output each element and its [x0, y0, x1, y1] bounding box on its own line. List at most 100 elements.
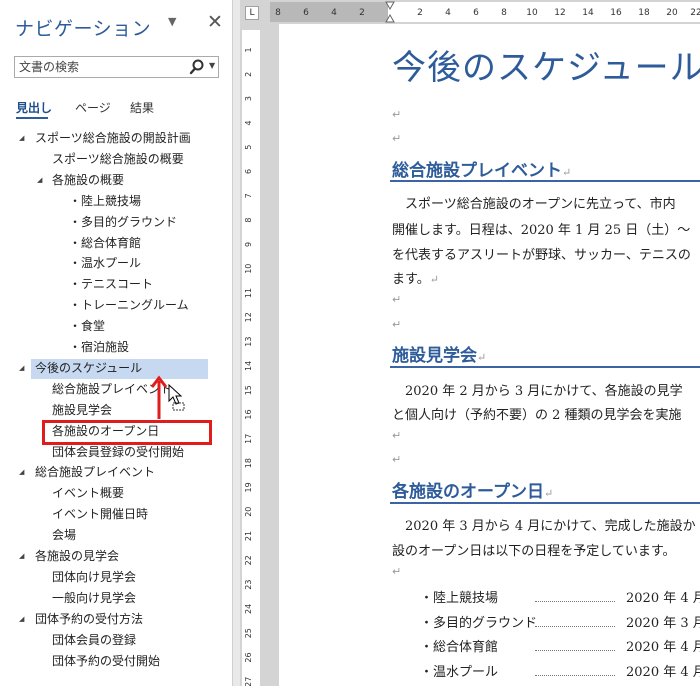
body-text-line: ます。↵ — [392, 272, 439, 287]
search-icon[interactable] — [188, 58, 206, 76]
ruler-label: 6 — [244, 169, 253, 174]
ruler-label: 4 — [331, 8, 337, 18]
nav-heading-item[interactable]: 各施設の見学会 — [35, 547, 119, 566]
paragraph-mark: ↵ — [392, 565, 402, 578]
expand-triangle-icon[interactable]: ◢ — [37, 171, 42, 190]
nav-heading-item[interactable]: 施設見学会 — [52, 401, 112, 420]
opening-date: 2020 年 4 月 — [626, 591, 700, 606]
dot-leader — [535, 674, 615, 676]
nav-heading-item[interactable]: イベント概要 — [52, 484, 124, 503]
nav-heading-item[interactable]: 各施設の概要 — [52, 171, 124, 190]
ruler-label: 23 — [244, 580, 253, 590]
nav-heading-item[interactable]: ・温水プール — [69, 254, 141, 273]
search-box[interactable]: ▼ — [14, 56, 219, 78]
chevron-down-icon[interactable]: ▼ — [168, 15, 176, 28]
nav-heading-item[interactable]: スポーツ総合施設の開設計画 — [35, 129, 191, 148]
ruler-label: 22 — [244, 555, 253, 565]
tab-pages[interactable]: ページ — [75, 99, 111, 116]
body-text-line: 開催します。日程は、2020 年 1 月 25 日（土）〜 — [392, 223, 691, 238]
nav-heading-item[interactable]: 団体予約の受付方法 — [35, 610, 143, 629]
ruler-label: 21 — [244, 531, 253, 541]
body-text-line: 設のオープン日は以下の日程を予定しています。 — [392, 544, 676, 559]
facility-name: ・温水プール — [420, 664, 499, 680]
body-text-line: 2020 年 3 月から 4 月にかけて、完成した施設か — [392, 519, 696, 534]
heading-underline — [390, 502, 700, 504]
horizontal-ruler[interactable]: 8 6 4 2 2 4 6 8 10 12 14 16 18 20 22 — [270, 0, 700, 24]
dot-leader — [535, 650, 615, 651]
facility-name: ・多目的グラウンド — [420, 615, 538, 631]
ruler-label: 1 — [244, 47, 253, 52]
dot-leader — [535, 601, 615, 602]
nav-heading-item[interactable]: ・多目的グラウンド — [69, 213, 177, 232]
ruler-label: 12 — [244, 312, 253, 322]
ruler-label: 6 — [473, 8, 479, 18]
nav-heading-item[interactable]: スポーツ総合施設の概要 — [52, 150, 184, 169]
nav-heading-item[interactable]: イベント開催日時 — [52, 505, 148, 524]
annotation-arrow-up-icon — [150, 375, 168, 419]
expand-triangle-icon[interactable]: ◢ — [19, 359, 24, 378]
nav-heading-item[interactable]: ・食堂 — [69, 317, 105, 336]
ruler-label: 14 — [582, 8, 594, 18]
expand-triangle-icon[interactable]: ◢ — [19, 547, 24, 566]
opening-date: 2020 年 3 月 — [626, 615, 700, 631]
ruler-label: 27 — [244, 677, 253, 686]
nav-heading-item[interactable]: 団体向け見学会 — [52, 568, 136, 587]
nav-heading-item[interactable]: ・総合体育館 — [69, 234, 141, 253]
nav-heading-item[interactable]: 団体会員の登録 — [52, 631, 136, 650]
nav-heading-item[interactable]: 団体会員登録の受付開始 — [52, 443, 184, 462]
nav-heading-item[interactable]: ・トレーニングルーム — [69, 296, 189, 315]
nav-pane-title: ナビゲーション — [15, 18, 152, 40]
paragraph-mark: ↵ — [392, 108, 402, 121]
ruler-label: 7 — [244, 193, 253, 198]
nav-heading-item[interactable]: 会場 — [52, 526, 76, 545]
nav-heading-item[interactable]: 団体予約の受付開始 — [52, 652, 160, 671]
paragraph-mark: ↵ — [392, 429, 402, 442]
document-title: 今後のスケジュール — [392, 48, 700, 88]
nav-heading-item[interactable]: 一般向け見学会 — [52, 589, 136, 608]
vertical-ruler[interactable]: 1234567891011121314151617181920212223242… — [240, 30, 264, 686]
ruler-label: 4 — [445, 8, 451, 18]
dot-leader — [535, 625, 615, 627]
paragraph-mark: ↵ — [392, 132, 402, 145]
ruler-label: 8 — [501, 8, 507, 18]
facility-name: ・総合体育館 — [420, 640, 499, 655]
annotation-highlight-box — [42, 420, 212, 445]
ruler-label: 2 — [359, 8, 365, 18]
section-heading: 総合施設プレイベント↵ — [392, 161, 572, 181]
body-text-line: と個人向け（予約不要）の 2 種類の見学会を実施 — [392, 408, 682, 423]
tab-headings[interactable]: 見出し — [16, 99, 52, 116]
drag-cursor-icon — [168, 384, 185, 411]
ruler-label: 6 — [303, 8, 309, 18]
nav-heading-item[interactable]: ・陸上競技場 — [69, 192, 141, 211]
opening-date: 2020 年 4 月 — [626, 664, 700, 680]
nav-heading-item[interactable]: ・宿泊施設 — [69, 338, 129, 357]
tab-results[interactable]: 結果 — [130, 99, 154, 116]
ruler-label: 9 — [244, 242, 253, 247]
search-options-dropdown-icon[interactable]: ▼ — [209, 61, 215, 70]
facility-name: ・陸上競技場 — [420, 591, 499, 606]
ruler-label: 3 — [244, 96, 253, 101]
ruler-label: 5 — [244, 145, 253, 150]
expand-triangle-icon[interactable]: ◢ — [19, 610, 24, 629]
tab-stop-selector[interactable]: L — [245, 6, 259, 20]
expand-triangle-icon[interactable]: ◢ — [19, 463, 24, 482]
ruler-label: 10 — [526, 8, 538, 18]
ruler-label: 2 — [244, 72, 253, 77]
expand-triangle-icon[interactable]: ◢ — [19, 129, 24, 148]
ruler-label: 12 — [554, 8, 565, 18]
section-heading: 各施設のオープン日↵ — [392, 482, 554, 502]
ruler-label: 16 — [244, 409, 253, 419]
search-input[interactable] — [15, 57, 193, 77]
ruler-label: 8 — [275, 8, 281, 18]
ruler-label: 15 — [244, 385, 253, 395]
nav-heading-item[interactable]: 今後のスケジュール — [35, 359, 142, 378]
ruler-label: 20 — [244, 507, 253, 517]
ruler-label: 16 — [610, 8, 622, 18]
paragraph-mark: ↵ — [392, 293, 402, 306]
close-icon[interactable]: ✕ — [207, 11, 223, 33]
nav-heading-item[interactable]: ・テニスコート — [69, 275, 153, 294]
body-text-line: スポーツ総合施設のオープンに先立って、市内 — [392, 197, 676, 212]
heading-underline — [390, 366, 700, 368]
nav-heading-item[interactable]: 総合施設プレイベント — [35, 463, 155, 482]
ruler-label: 14 — [244, 361, 253, 371]
